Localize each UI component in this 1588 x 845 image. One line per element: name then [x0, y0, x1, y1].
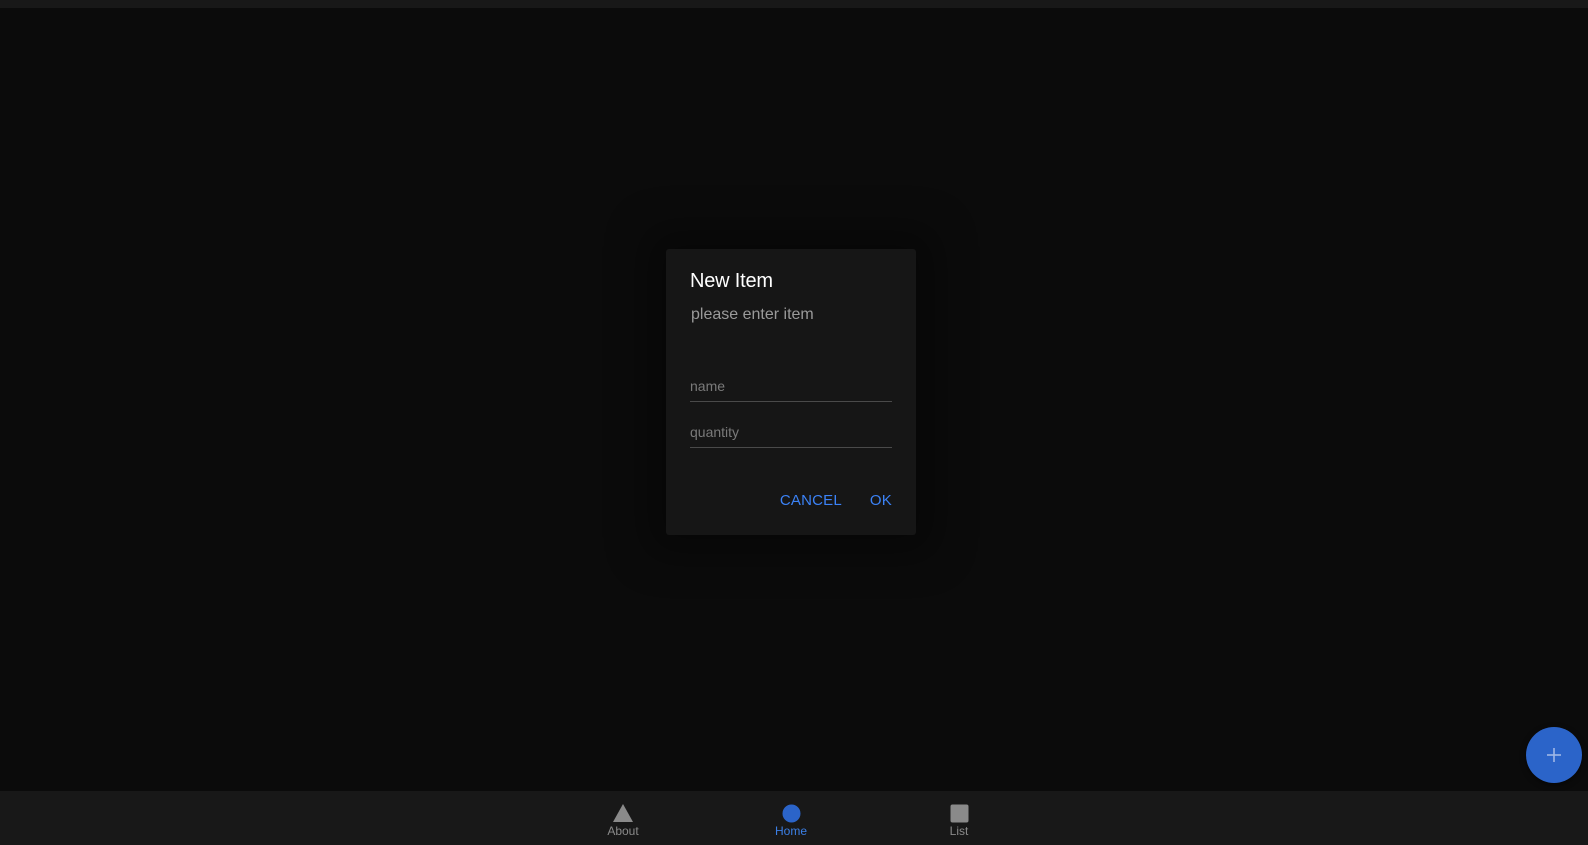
name-field[interactable] — [690, 371, 892, 402]
triangle-icon — [613, 803, 633, 823]
name-input[interactable] — [690, 371, 892, 401]
dialog-message: please enter item — [691, 306, 814, 323]
nav-label-about: About — [607, 824, 639, 838]
nav-item-about[interactable]: About — [573, 791, 673, 845]
nav-label-home: Home — [774, 824, 807, 838]
nav-item-list[interactable]: List — [909, 791, 1009, 845]
quantity-field[interactable] — [690, 417, 892, 448]
quantity-input[interactable] — [690, 417, 892, 447]
cancel-button[interactable]: CANCEL — [780, 492, 842, 509]
top-bar — [0, 0, 1588, 8]
dialog-actions: CANCEL OK — [780, 492, 892, 509]
plus-icon — [1547, 748, 1561, 762]
new-item-dialog: New Item please enter item CANCEL OK — [666, 249, 916, 535]
nav-item-home[interactable]: Home — [741, 791, 841, 845]
circle-icon — [781, 803, 801, 823]
bottom-nav: About Home List — [0, 791, 1588, 845]
dialog-title: New Item — [690, 270, 773, 292]
app-root: New Item please enter item CANCEL OK Abo… — [0, 0, 1588, 845]
add-item-fab-button[interactable] — [1526, 727, 1582, 783]
nav-label-list: List — [949, 824, 969, 838]
square-icon — [949, 803, 969, 823]
ok-button[interactable]: OK — [870, 492, 892, 509]
